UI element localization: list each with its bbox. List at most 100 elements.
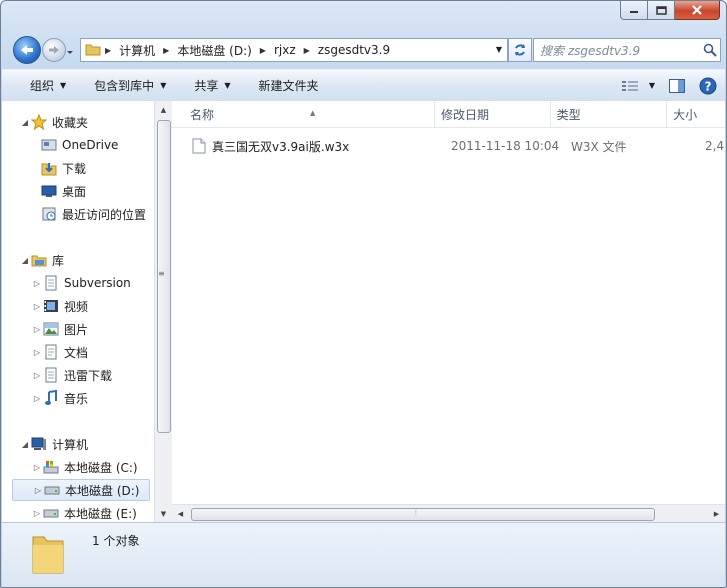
nav-label: 计算机 <box>52 437 89 452</box>
navigation-scrollbar[interactable]: ▲ ≡ ▼ <box>154 101 172 522</box>
scroll-left-arrow-icon[interactable]: ◀ <box>172 505 189 523</box>
nav-videos[interactable]: ▷ 视频 <box>32 295 88 317</box>
nav-thunder[interactable]: ▷ 迅雷下载 <box>32 364 112 386</box>
address-dropdown-icon[interactable]: ▼ <box>496 45 502 54</box>
expand-arrow-icon[interactable]: ▷ <box>32 302 42 311</box>
recent-pages-dropdown[interactable] <box>66 45 74 59</box>
library-icon <box>30 252 48 268</box>
sort-ascending-icon: ▲ <box>310 109 316 117</box>
nav-label: 下载 <box>62 161 87 176</box>
expand-arrow-icon[interactable]: ▷ <box>32 371 42 380</box>
expand-arrow-icon[interactable]: ◢ <box>20 118 30 127</box>
expand-arrow-icon[interactable]: ▷ <box>32 509 42 518</box>
navigation-bar: ▶ 计算机 ▶ 本地磁盘 (D:) ▶ rjxz ▶ zsgesdtv3.9 ▼… <box>11 35 721 65</box>
column-type[interactable]: 类型 <box>551 101 668 127</box>
expand-arrow-icon[interactable]: ▷ <box>32 394 42 403</box>
search-box[interactable]: 搜索 zsgesdtv3.9 <box>533 38 721 62</box>
chevron-right-icon[interactable]: ▶ <box>300 46 314 55</box>
grip-icon: ⦙ <box>415 508 417 517</box>
forward-button[interactable] <box>42 38 66 62</box>
close-icon <box>692 5 702 15</box>
chevron-right-icon[interactable]: ▶ <box>101 46 115 55</box>
column-header-row: ▲ 名称 修改日期 类型 大小 <box>172 101 725 128</box>
nav-downloads[interactable]: 下载 <box>40 157 86 179</box>
nav-onedrive[interactable]: OneDrive <box>40 134 118 156</box>
scroll-up-arrow-icon[interactable]: ▲ <box>155 101 172 118</box>
nav-label: 收藏夹 <box>52 115 89 130</box>
breadcrumb-current[interactable]: zsgesdtv3.9 <box>314 43 394 57</box>
column-size[interactable]: 大小 <box>667 101 725 127</box>
chevron-right-icon[interactable]: ▶ <box>159 46 173 55</box>
address-bar[interactable]: ▶ 计算机 ▶ 本地磁盘 (D:) ▶ rjxz ▶ zsgesdtv3.9 ▼ <box>80 38 508 62</box>
document-library-icon <box>42 367 60 383</box>
close-button[interactable] <box>675 1 720 20</box>
back-button[interactable] <box>13 36 41 64</box>
nav-drive-c[interactable]: ▷ 本地磁盘 (C:) <box>32 456 138 478</box>
minimize-icon <box>630 11 638 13</box>
include-library-button[interactable]: 包含到库中 ▼ <box>80 70 180 101</box>
scroll-right-arrow-icon[interactable]: ▶ <box>708 505 725 523</box>
organize-button[interactable]: 组织 ▼ <box>2 70 80 101</box>
preview-pane-button[interactable] <box>669 78 685 93</box>
refresh-button[interactable] <box>508 38 532 62</box>
chevron-right-icon[interactable]: ▶ <box>256 46 270 55</box>
file-name[interactable]: 真三国无双v3.9ai版.w3x <box>212 138 451 155</box>
details-view-icon <box>621 80 638 91</box>
minimize-button[interactable] <box>620 1 648 20</box>
maximize-button[interactable] <box>648 1 675 20</box>
download-folder-icon <box>40 160 58 176</box>
nav-label: 视频 <box>64 299 89 314</box>
scroll-down-arrow-icon[interactable]: ▼ <box>155 505 172 522</box>
nav-label: 音乐 <box>64 391 89 406</box>
file-row[interactable]: 真三国无双v3.9ai版.w3x 2011-11-18 10:04 W3X 文件… <box>172 136 725 156</box>
item-count: 1 个对象 <box>92 534 140 548</box>
expand-arrow-icon[interactable]: ▷ <box>32 279 42 288</box>
view-controls: ▼ ? <box>607 70 717 101</box>
organize-label: 组织 <box>30 79 55 93</box>
nav-subversion[interactable]: ▷ Subversion <box>32 272 131 294</box>
caption-buttons <box>620 1 720 20</box>
column-type-label: 类型 <box>556 108 581 122</box>
computer-icon <box>30 436 48 452</box>
nav-label: 桌面 <box>62 184 87 199</box>
column-modified[interactable]: 修改日期 <box>435 101 551 127</box>
nav-recent[interactable]: 最近访问的位置 <box>40 203 146 225</box>
search-input[interactable]: 搜索 zsgesdtv3.9 <box>534 42 700 59</box>
column-name[interactable]: ▲ 名称 <box>172 101 436 127</box>
nav-favorites[interactable]: ◢ 收藏夹 <box>20 111 88 133</box>
file-list-horizontal-scrollbar[interactable]: ◀ ⦙ ▶ <box>172 504 725 523</box>
nav-music[interactable]: ▷ 音乐 <box>32 387 88 409</box>
breadcrumb-drive-d[interactable]: 本地磁盘 (D:) <box>173 42 255 59</box>
chevron-down-icon: ▼ <box>648 81 655 90</box>
share-button[interactable]: 共享 ▼ <box>180 70 244 101</box>
column-name-label: 名称 <box>190 108 215 122</box>
nav-documents[interactable]: ▷ 文档 <box>32 341 88 363</box>
new-folder-button[interactable]: 新建文件夹 <box>245 70 333 101</box>
nav-label: 本地磁盘 (C:) <box>64 460 138 475</box>
help-button[interactable]: ? <box>699 77 717 95</box>
breadcrumb-rjxz[interactable]: rjxz <box>270 43 300 57</box>
chevron-down-icon: ▼ <box>224 81 231 90</box>
navigation-pane: ◢ 收藏夹 OneDrive 下载 桌面 最近访问的位置 ◢ 库 ▷ Subve… <box>2 101 154 522</box>
column-size-label: 大小 <box>673 108 698 122</box>
view-options-button[interactable]: ▼ <box>621 79 655 93</box>
file-modified: 2011-11-18 10:04 <box>451 139 560 153</box>
video-icon <box>42 298 60 314</box>
breadcrumb-computer[interactable]: 计算机 <box>115 42 159 59</box>
expand-arrow-icon[interactable]: ◢ <box>20 440 30 449</box>
search-icon[interactable] <box>700 43 720 57</box>
nav-libraries[interactable]: ◢ 库 <box>20 249 64 271</box>
nav-drive-e[interactable]: ▷ 本地磁盘 (E:) <box>32 502 137 522</box>
expand-arrow-icon[interactable]: ▷ <box>32 463 42 472</box>
expand-arrow-icon[interactable]: ◢ <box>20 256 30 265</box>
expand-arrow-icon[interactable]: ▷ <box>32 325 42 334</box>
scrollbar-thumb[interactable] <box>191 508 655 521</box>
nav-pictures[interactable]: ▷ 图片 <box>32 318 88 340</box>
expand-arrow-icon[interactable]: ▷ <box>33 486 43 495</box>
nav-label: 迅雷下载 <box>64 368 113 383</box>
nav-computer[interactable]: ◢ 计算机 <box>20 433 88 455</box>
expand-arrow-icon[interactable]: ▷ <box>32 348 42 357</box>
nav-drive-d[interactable]: ▷ 本地磁盘 (D:) <box>12 479 150 501</box>
nav-label: 本地磁盘 (E:) <box>64 506 137 521</box>
nav-desktop[interactable]: 桌面 <box>40 180 86 202</box>
